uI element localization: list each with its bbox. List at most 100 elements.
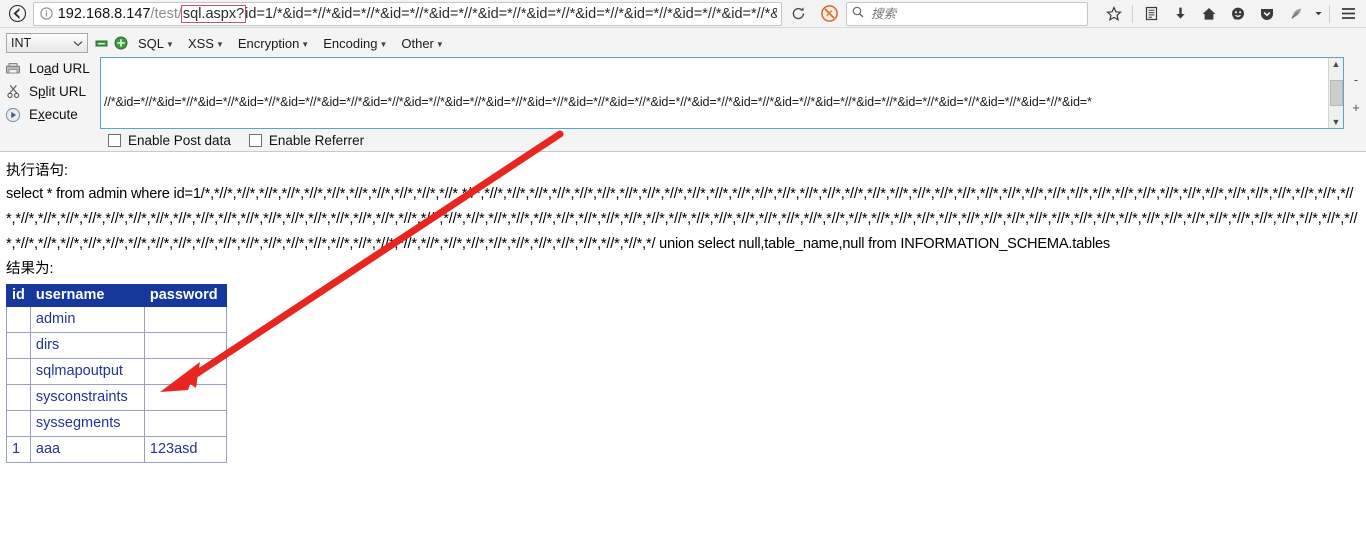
scrollbar-thumb[interactable] — [1329, 80, 1343, 106]
table-row: sqlmapoutput — [6, 358, 227, 385]
hackbar-menu-row: INT SQL ▼ XSS ▼ Encryption ▼ Encoding ▼ Othe… — [0, 31, 1366, 55]
statement-label: 执行语句: — [6, 163, 69, 179]
table-row: admin — [6, 306, 227, 333]
search-icon — [852, 5, 864, 23]
column-header-username: username — [29, 284, 145, 307]
zoom-in-button[interactable]: + — [1352, 100, 1360, 115]
downloads-icon[interactable] — [1166, 2, 1194, 26]
request-textarea[interactable]: //*&id=*//*&id=*//*&id=*//*&id=*//*&id=*… — [100, 57, 1344, 129]
star-icon[interactable] — [1100, 2, 1128, 26]
back-arrow-icon[interactable] — [4, 2, 31, 26]
execute-button[interactable]: Execute — [4, 103, 100, 126]
menu-encoding[interactable]: Encoding ▼ — [319, 36, 391, 51]
execute-label: Execute — [29, 107, 78, 122]
cell-id — [6, 306, 31, 333]
chevron-down-icon — [73, 36, 83, 50]
minus-box-icon[interactable] — [94, 36, 108, 50]
cell-password — [143, 358, 227, 385]
cell-username: syssegments — [29, 410, 145, 437]
checkbox-box[interactable] — [248, 133, 262, 147]
result-label: 结果为: — [6, 261, 54, 277]
reload-icon[interactable] — [784, 2, 812, 26]
scroll-down-icon[interactable]: ▼ — [1332, 117, 1341, 127]
cell-password: 123asd — [143, 436, 227, 463]
menu-encoding-label: Encoding — [323, 35, 378, 51]
enable-referrer-label: Enable Referrer — [268, 132, 365, 148]
menu-sql-label: SQL — [138, 35, 165, 51]
request-textarea-content[interactable]: //*&id=*//*&id=*//*&id=*//*&id=*//*&id=*… — [101, 58, 1328, 128]
cell-password — [143, 306, 227, 333]
result-table: id username password admin dirs sqlmapou… — [6, 284, 227, 463]
cell-password — [143, 410, 227, 437]
chevron-down-icon: ▼ — [301, 39, 310, 49]
cell-password — [143, 384, 227, 411]
blocked-content-icon[interactable] — [814, 2, 844, 26]
feather-icon[interactable] — [1282, 2, 1310, 26]
plus-box-icon[interactable] — [114, 36, 128, 50]
zoom-out-button[interactable]: - — [1354, 72, 1358, 87]
toolbar-divider-2 — [1329, 4, 1330, 23]
type-select[interactable]: INT — [6, 33, 88, 53]
url-path: /test/ — [150, 5, 182, 22]
column-header-id: id — [6, 284, 31, 307]
load-url-icon — [4, 60, 22, 78]
menu-other[interactable]: Other ▼ — [397, 36, 447, 51]
table-row: syssegments — [6, 410, 227, 437]
search-box[interactable] — [846, 1, 1088, 26]
table-row: dirs — [6, 332, 227, 359]
enable-post-data-label: Enable Post data — [128, 132, 231, 148]
cell-id — [6, 332, 31, 359]
chevron-down-icon: ▼ — [166, 39, 174, 49]
menu-xss[interactable]: XSS ▼ — [184, 36, 228, 51]
load-url-button[interactable]: Load URL — [4, 57, 100, 80]
table-header-row: id username password — [6, 284, 227, 307]
zoom-controls: - + — [1346, 57, 1366, 129]
cell-username: aaa — [29, 436, 145, 463]
cell-username: sqlmapoutput — [29, 358, 145, 385]
cell-username: sysconstraints — [29, 384, 145, 411]
browser-toolbar-icons — [1100, 2, 1362, 26]
split-url-button[interactable]: Split URL — [4, 80, 100, 103]
type-select-value: INT — [11, 36, 32, 50]
hackbar-body: Load URL Split URL Execute //*&id=*//*&i… — [0, 55, 1366, 129]
pocket-icon[interactable] — [1253, 2, 1281, 26]
hackbar-actions: Load URL Split URL Execute — [0, 57, 100, 129]
textarea-scrollbar[interactable]: ▲ ▼ — [1328, 58, 1343, 128]
execute-icon — [4, 106, 22, 124]
url-text: 192.168.8.147/test/sql.aspx?id=1/*&id=*/… — [56, 3, 777, 25]
url-host: 192.168.8.147 — [57, 5, 151, 22]
hackbar-panel: INT SQL ▼ XSS ▼ Encryption ▼ Encoding ▼ Othe… — [0, 28, 1366, 152]
scroll-up-icon[interactable]: ▲ — [1332, 59, 1341, 69]
menu-encryption-label: Encryption — [237, 35, 300, 51]
smiley-icon[interactable] — [1224, 2, 1252, 26]
home-icon[interactable] — [1195, 2, 1223, 26]
hamburger-menu-icon[interactable] — [1334, 2, 1362, 26]
url-bar[interactable]: 192.168.8.147/test/sql.aspx?id=1/*&id=*/… — [32, 1, 782, 26]
cell-id — [6, 358, 31, 385]
executed-statement: select * from admin where id=1/*,*//*,*/… — [6, 186, 1358, 252]
enable-referrer-checkbox[interactable]: Enable Referrer — [248, 132, 365, 148]
load-url-label: Load URL — [29, 61, 90, 76]
result-table-body: admin dirs sqlmapoutput sysconstraints s — [6, 306, 227, 463]
split-url-icon — [4, 83, 22, 101]
menu-encryption[interactable]: Encryption ▼ — [234, 36, 313, 51]
chevron-down-icon: ▼ — [379, 39, 388, 49]
cell-password — [143, 332, 227, 359]
chevron-down-icon: ▼ — [215, 39, 224, 49]
info-icon[interactable] — [38, 5, 56, 23]
hackbar-checkbox-row: Enable Post data Enable Referrer — [0, 129, 1366, 151]
chevron-down-icon: ▼ — [435, 39, 444, 49]
chevron-down-icon[interactable] — [1311, 2, 1325, 26]
enable-post-data-checkbox[interactable]: Enable Post data — [108, 133, 231, 148]
menu-sql[interactable]: SQL ▼ — [134, 36, 178, 51]
cell-id: 1 — [6, 436, 31, 463]
checkbox-box[interactable] — [108, 133, 121, 147]
search-input[interactable] — [869, 5, 1082, 22]
url-query: id=1/*&id=*//*&id=*//*&id=*//*&id=*//*&i… — [245, 5, 777, 22]
menu-other-label: Other — [401, 35, 434, 51]
table-row: 1 aaa 123asd — [6, 436, 227, 463]
library-icon[interactable] — [1137, 2, 1165, 26]
menu-xss-label: XSS — [187, 35, 214, 51]
split-url-label: Split URL — [29, 84, 87, 99]
browser-toolbar: 192.168.8.147/test/sql.aspx?id=1/*&id=*/… — [0, 0, 1366, 28]
